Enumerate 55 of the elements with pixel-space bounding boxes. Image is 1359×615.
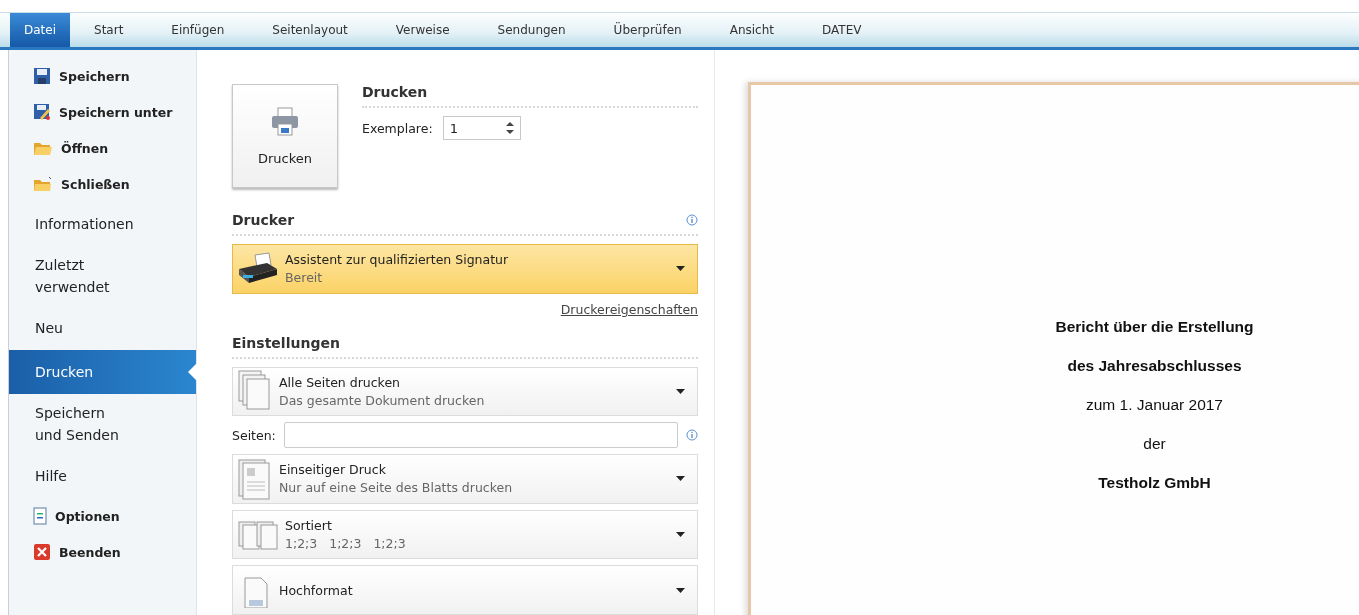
close-icon [33, 543, 51, 561]
ribbon-tab[interactable]: Start [70, 13, 148, 47]
info-icon [686, 214, 698, 226]
ribbon-tab[interactable]: Seitenlayout [248, 13, 372, 47]
folder-icon [33, 140, 53, 156]
print-button[interactable]: Drucken [232, 84, 338, 188]
page-icon [237, 457, 273, 501]
info-icon [686, 429, 698, 442]
folder-icon [33, 176, 53, 192]
pages-label: Seiten: [232, 427, 276, 443]
caret-icon [676, 266, 685, 272]
printer-icon [271, 106, 299, 137]
caret-icon [676, 587, 685, 593]
ribbon-tab[interactable]: Verweise [371, 13, 474, 47]
document-icon [33, 507, 47, 525]
ribbon-tab[interactable]: Ansicht [705, 13, 798, 47]
ribbon-tab[interactable]: Datei [10, 13, 70, 47]
document-text: des Jahresabschlusses [1067, 356, 1242, 376]
nav-item[interactable]: Speichern und Senden [9, 394, 196, 454]
caret-icon [676, 532, 685, 538]
document-text: Bericht über die Erstellung [1055, 317, 1254, 337]
menu-item[interactable]: Beenden [9, 534, 196, 570]
section-heading: Einstellungen [232, 334, 340, 351]
section-heading: Drucker [232, 212, 295, 228]
printer-properties-link[interactable]: Druckereigenschaften [560, 301, 698, 317]
menu-item[interactable]: Schließen [9, 166, 196, 202]
menu-item[interactable]: Speichern unter [9, 94, 196, 130]
ribbon-tab[interactable]: Sendungen [473, 13, 590, 47]
settings-dropdown[interactable]: Alle Seiten drucken Das gesamte Dokument drucken [232, 366, 698, 417]
ribbon-tab[interactable]: DATEV [798, 13, 886, 47]
nav-item[interactable]: Hilfe [9, 454, 196, 498]
pages-field[interactable] [283, 422, 678, 449]
settings-dropdown[interactable]: Hochformat [232, 565, 698, 615]
save-as-icon [33, 103, 51, 121]
nav-item[interactable]: Zuletzt verwendet [9, 246, 196, 306]
nav-item[interactable]: Informationen [9, 202, 196, 246]
document-text: der [1143, 434, 1166, 454]
caret-icon [676, 388, 685, 394]
section-heading: Drucken [362, 84, 428, 100]
menu-item[interactable]: Öffnen [9, 130, 196, 166]
ribbon-tab[interactable]: Einfügen [147, 13, 249, 47]
ribbon-tab[interactable]: Überprüfen [589, 13, 706, 47]
copies-label: Exemplare: [362, 120, 433, 136]
document-text: zum 1. Januar 2017 [1086, 395, 1223, 415]
menu-item[interactable]: Speichern [9, 58, 196, 94]
nav-item[interactable]: Drucken [9, 350, 196, 394]
settings-dropdown[interactable]: Sortiert 1;2;3 1;2;3 1;2;3 [232, 509, 698, 560]
document-text: Testholz GmbH [1098, 473, 1211, 493]
spin-arrows-icon [505, 121, 514, 135]
printer-dropdown[interactable]: Assistent zur qualifizierten Signatur Bereit [232, 244, 698, 294]
settings-dropdown[interactable]: Einseitiger Druck Nur auf eine Seite des Blatts drucken [232, 454, 698, 504]
menu-item[interactable]: Optionen [9, 498, 196, 534]
nav-item[interactable]: Neu [9, 306, 196, 350]
caret-icon [676, 476, 685, 482]
copies-spinner[interactable]: 1 [442, 116, 521, 140]
